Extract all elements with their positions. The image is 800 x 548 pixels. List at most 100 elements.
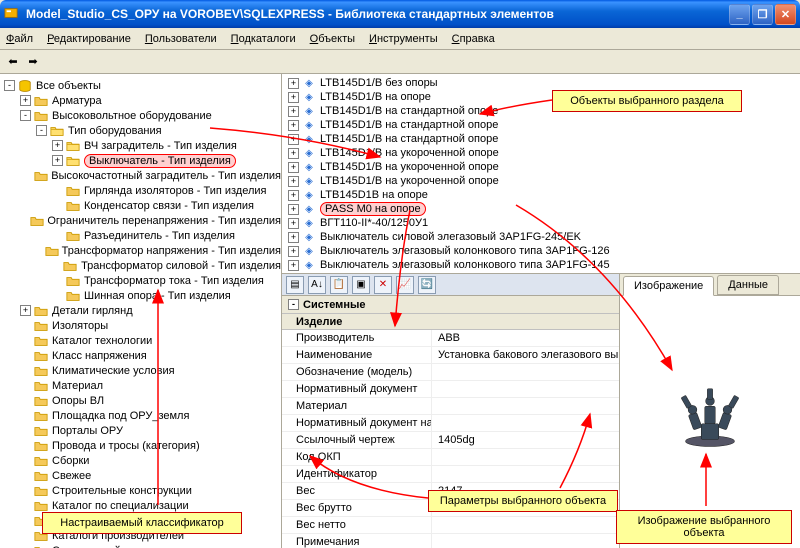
object-label[interactable]: Выключатель элегазовый колонкового типа …: [320, 245, 610, 257]
prop-row[interactable]: Ссылочный чертеж1405dg: [282, 432, 619, 449]
expand-toggle[interactable]: +: [288, 120, 299, 131]
prop-row[interactable]: ПроизводительABB: [282, 330, 619, 347]
tree-node-label[interactable]: Все объекты: [36, 80, 101, 92]
prop-group[interactable]: -Системные: [282, 296, 619, 314]
expand-toggle[interactable]: +: [288, 190, 299, 201]
tree-node-label[interactable]: Высоковольтное оборудование: [52, 110, 212, 122]
tree-node[interactable]: Высокочастотный заградитель - Тип издели…: [4, 168, 281, 183]
object-list-item[interactable]: +◈LTB145D1/B на стандартной опоре: [288, 118, 800, 132]
prop-row[interactable]: Нормативный документ на ма...: [282, 415, 619, 432]
prop-row[interactable]: НаименованиеУстановка бакового элегазово…: [282, 347, 619, 364]
expand-toggle[interactable]: -: [36, 125, 47, 136]
menu-item[interactable]: Файл: [6, 33, 33, 45]
toolbar-back-icon[interactable]: ⬅: [4, 53, 22, 71]
tree-node-label[interactable]: Выключатель - Тип изделия: [84, 154, 236, 168]
object-label[interactable]: LTB145D1/B на укороченной опоре: [320, 161, 499, 173]
tree-node[interactable]: +Арматура: [4, 93, 281, 108]
object-label[interactable]: Выключатель элегазовый колонкового типа …: [320, 259, 610, 271]
tree-node[interactable]: Разъединитель - Тип изделия: [4, 228, 281, 243]
tree-node[interactable]: Порталы ОРУ: [4, 423, 281, 438]
tree-node[interactable]: Провода и тросы (категория): [4, 438, 281, 453]
prop-value[interactable]: [432, 364, 619, 380]
tree-node[interactable]: Опоры ВЛ: [4, 393, 281, 408]
menu-item[interactable]: Пользователи: [145, 33, 217, 45]
object-label[interactable]: LTB145D1/B без опоры: [320, 77, 438, 89]
tree-node-label[interactable]: Детали гирлянд: [52, 305, 133, 317]
tree-node[interactable]: - Высоковольтное оборудование: [4, 108, 281, 123]
tree-node-label[interactable]: Ограничитель перенапряжения - Тип издели…: [47, 215, 281, 227]
expand-toggle[interactable]: +: [288, 246, 299, 257]
expand-toggle[interactable]: +: [52, 155, 63, 166]
expand-toggle[interactable]: +: [288, 92, 299, 103]
tree-node-label[interactable]: ВЧ заградитель - Тип изделия: [84, 140, 237, 152]
maximize-button[interactable]: ❐: [752, 4, 773, 25]
tree-node[interactable]: Трансформатор силовой - Тип изделия: [4, 258, 281, 273]
object-list-item[interactable]: +◈LTB145D1/B на укороченной опоре: [288, 174, 800, 188]
prop-row[interactable]: Вес нетто: [282, 517, 619, 534]
prop-value[interactable]: [432, 381, 619, 397]
prop-value[interactable]: Установка бакового элегазового выключат.…: [432, 347, 619, 363]
prop-value[interactable]: ABB: [432, 330, 619, 346]
expand-toggle[interactable]: +: [288, 134, 299, 145]
expand-toggle[interactable]: -: [4, 80, 15, 91]
expand-toggle[interactable]: +: [52, 140, 63, 151]
tree-node[interactable]: Каталог технологии: [4, 333, 281, 348]
object-list-item[interactable]: +◈LTB145D1B на опоре: [288, 188, 800, 202]
prop-tb-categorize-icon[interactable]: ▤: [286, 276, 304, 294]
tree-node[interactable]: + ВЧ заградитель - Тип изделия: [4, 138, 281, 153]
prop-value[interactable]: [432, 517, 619, 533]
expand-toggle[interactable]: -: [20, 110, 31, 121]
object-list-item[interactable]: +◈LTB145D1/B на укороченной опоре: [288, 146, 800, 160]
prop-tb-refresh-icon[interactable]: 🔄: [418, 276, 436, 294]
tree-node[interactable]: Площадка под ОРУ_земля: [4, 408, 281, 423]
tree-node-label[interactable]: Тип оборудования: [68, 125, 162, 137]
tree-node[interactable]: Гирлянда изоляторов - Тип изделия: [4, 183, 281, 198]
tree-node-label[interactable]: Строительные конструкции: [52, 485, 192, 497]
tree-node[interactable]: Климатические условия: [4, 363, 281, 378]
prop-row[interactable]: Идентификатор: [282, 466, 619, 483]
menu-item[interactable]: Объекты: [310, 33, 355, 45]
object-list-item[interactable]: +◈PASS M0 на опоре: [288, 202, 800, 216]
object-list-item[interactable]: +◈Выключатель элегазовый колонкового тип…: [288, 258, 800, 272]
expand-toggle[interactable]: +: [288, 176, 299, 187]
tree-node-label[interactable]: Материал: [52, 380, 103, 392]
tree-node-label[interactable]: Разъединитель - Тип изделия: [84, 230, 235, 242]
object-list-item[interactable]: +◈Выключатель элегазовый колонкового тип…: [288, 244, 800, 258]
tree-node[interactable]: Класс напряжения: [4, 348, 281, 363]
tree-node-label[interactable]: Порталы ОРУ: [52, 425, 123, 437]
prop-row[interactable]: Обозначение (модель): [282, 364, 619, 381]
tree-node[interactable]: +Детали гирлянд: [4, 303, 281, 318]
tree-node-label[interactable]: Климатические условия: [52, 365, 175, 377]
prop-row[interactable]: Нормативный документ: [282, 381, 619, 398]
tree-node[interactable]: Трансформатор тока - Тип изделия: [4, 273, 281, 288]
close-button[interactable]: ✕: [775, 4, 796, 25]
expand-toggle[interactable]: +: [288, 78, 299, 89]
tree-node-label[interactable]: Провода и тросы (категория): [52, 440, 200, 452]
object-label[interactable]: LTB145D1/B на опоре: [320, 91, 431, 103]
tree-node-label[interactable]: Высокочастотный заградитель - Тип издели…: [51, 170, 281, 182]
prop-row[interactable]: Код ОКП: [282, 449, 619, 466]
tree-node-label[interactable]: Класс напряжения: [52, 350, 147, 362]
classifier-tree[interactable]: -Все объекты+Арматура-Высоковольтное обо…: [0, 74, 282, 548]
expand-toggle[interactable]: +: [288, 204, 299, 215]
tree-node-label[interactable]: Трансформатор тока - Тип изделия: [84, 275, 264, 287]
tree-node-label[interactable]: Свежее: [52, 470, 91, 482]
tree-node[interactable]: Сборки: [4, 453, 281, 468]
tree-node[interactable]: Стандартный каталог: [4, 543, 281, 548]
tree-node-label[interactable]: Площадка под ОРУ_земля: [52, 410, 189, 422]
prop-tb-icon[interactable]: 📋: [330, 276, 348, 294]
expand-toggle[interactable]: +: [288, 148, 299, 159]
object-label[interactable]: LTB145D1/B на стандартной опоре: [320, 119, 498, 131]
prop-value[interactable]: 1405dg: [432, 432, 619, 448]
prop-value[interactable]: [432, 534, 619, 548]
expand-toggle[interactable]: +: [288, 232, 299, 243]
prop-value[interactable]: [432, 449, 619, 465]
prop-group[interactable]: Изделие: [282, 314, 619, 330]
tree-node[interactable]: - Все объекты: [4, 78, 281, 93]
expand-toggle[interactable]: +: [288, 106, 299, 117]
tree-node[interactable]: + Выключатель - Тип изделия: [4, 153, 281, 168]
object-label[interactable]: LTB145D1B на опоре: [320, 189, 428, 201]
tree-node[interactable]: Материал: [4, 378, 281, 393]
object-list-item[interactable]: +◈LTB145D1/B на стандартной опоре: [288, 132, 800, 146]
object-list-item[interactable]: +◈Выключатель силовой элегазовый 3AP1FG-…: [288, 230, 800, 244]
